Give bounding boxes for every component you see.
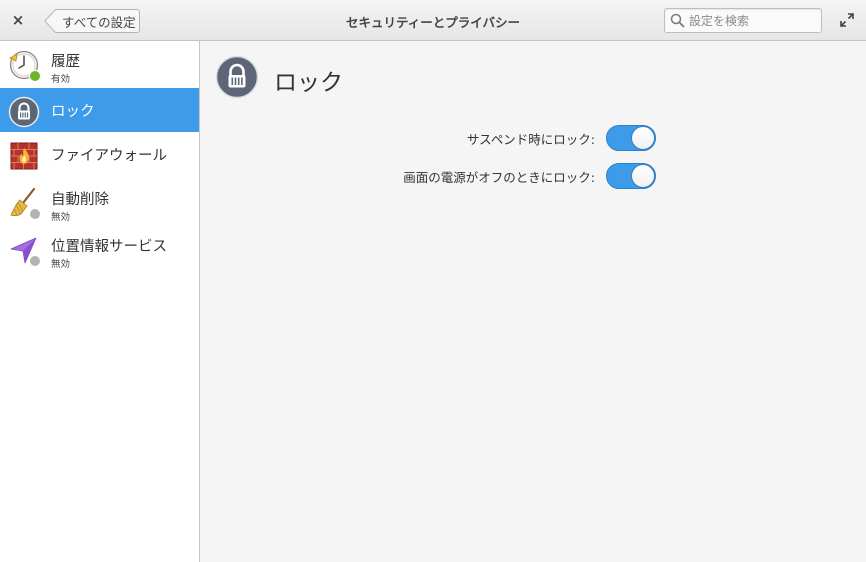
padlock-icon: [8, 96, 40, 128]
sidebar-item-label: 履歴: [51, 54, 80, 70]
lock-on-suspend-toggle[interactable]: [606, 125, 656, 151]
setting-row-lock-on-screen-off: 画面の電源がオフのときにロック:: [403, 163, 656, 189]
sidebar-item-lock[interactable]: ロック: [0, 88, 199, 132]
toggle-knob: [631, 126, 655, 150]
firewall-icon: [10, 142, 38, 170]
sidebar-item-cleanup[interactable]: 自動削除 無効: [0, 179, 199, 226]
sidebar: 履歴 有効 ロック ファイアウォール 自動削除 無効 位置情報サービス 無効: [0, 41, 200, 562]
search-icon: [670, 13, 685, 28]
page-title: ロック: [274, 70, 343, 96]
back-button-label: すべての設定: [62, 14, 136, 30]
status-dot-disabled: [29, 255, 41, 267]
setting-label: サスペンド時にロック:: [466, 131, 595, 147]
sidebar-item-label: 自動削除: [51, 192, 109, 208]
sidebar-item-label: 位置情報サービス: [51, 239, 167, 255]
setting-label: 画面の電源がオフのときにロック:: [403, 169, 595, 185]
lock-on-screen-off-toggle[interactable]: [606, 163, 656, 189]
status-dot-enabled: [29, 70, 41, 82]
sidebar-item-history[interactable]: 履歴 有効: [0, 41, 199, 88]
sidebar-item-firewall[interactable]: ファイアウォール: [0, 132, 199, 179]
sidebar-item-status: 有効: [51, 74, 71, 85]
close-icon: ×: [11, 11, 25, 29]
sidebar-item-location[interactable]: 位置情報サービス 無効: [0, 226, 199, 273]
sidebar-item-label: ロック: [51, 104, 95, 120]
padlock-icon: [215, 55, 259, 99]
setting-row-lock-on-suspend: サスペンド時にロック:: [467, 125, 656, 151]
maximize-icon[interactable]: [840, 13, 854, 27]
search-box[interactable]: [664, 8, 822, 33]
toggle-knob: [631, 164, 655, 188]
search-input[interactable]: [689, 11, 817, 30]
close-button[interactable]: ×: [8, 10, 28, 30]
header-bar: × すべての設定 セキュリティーとプライバシー: [0, 0, 866, 41]
status-dot-disabled: [29, 208, 41, 220]
content-pane: ロック サスペンド時にロック: 画面の電源がオフのときにロック:: [201, 41, 866, 562]
sidebar-item-status: 無効: [51, 212, 71, 223]
sidebar-item-status: 無効: [51, 259, 71, 270]
back-button[interactable]: すべての設定: [44, 9, 140, 33]
settings-window: × すべての設定 セキュリティーとプライバシー 設定を検索 履歴 有効 ロック …: [0, 0, 866, 562]
sidebar-item-label: ファイアウォール: [51, 148, 167, 164]
